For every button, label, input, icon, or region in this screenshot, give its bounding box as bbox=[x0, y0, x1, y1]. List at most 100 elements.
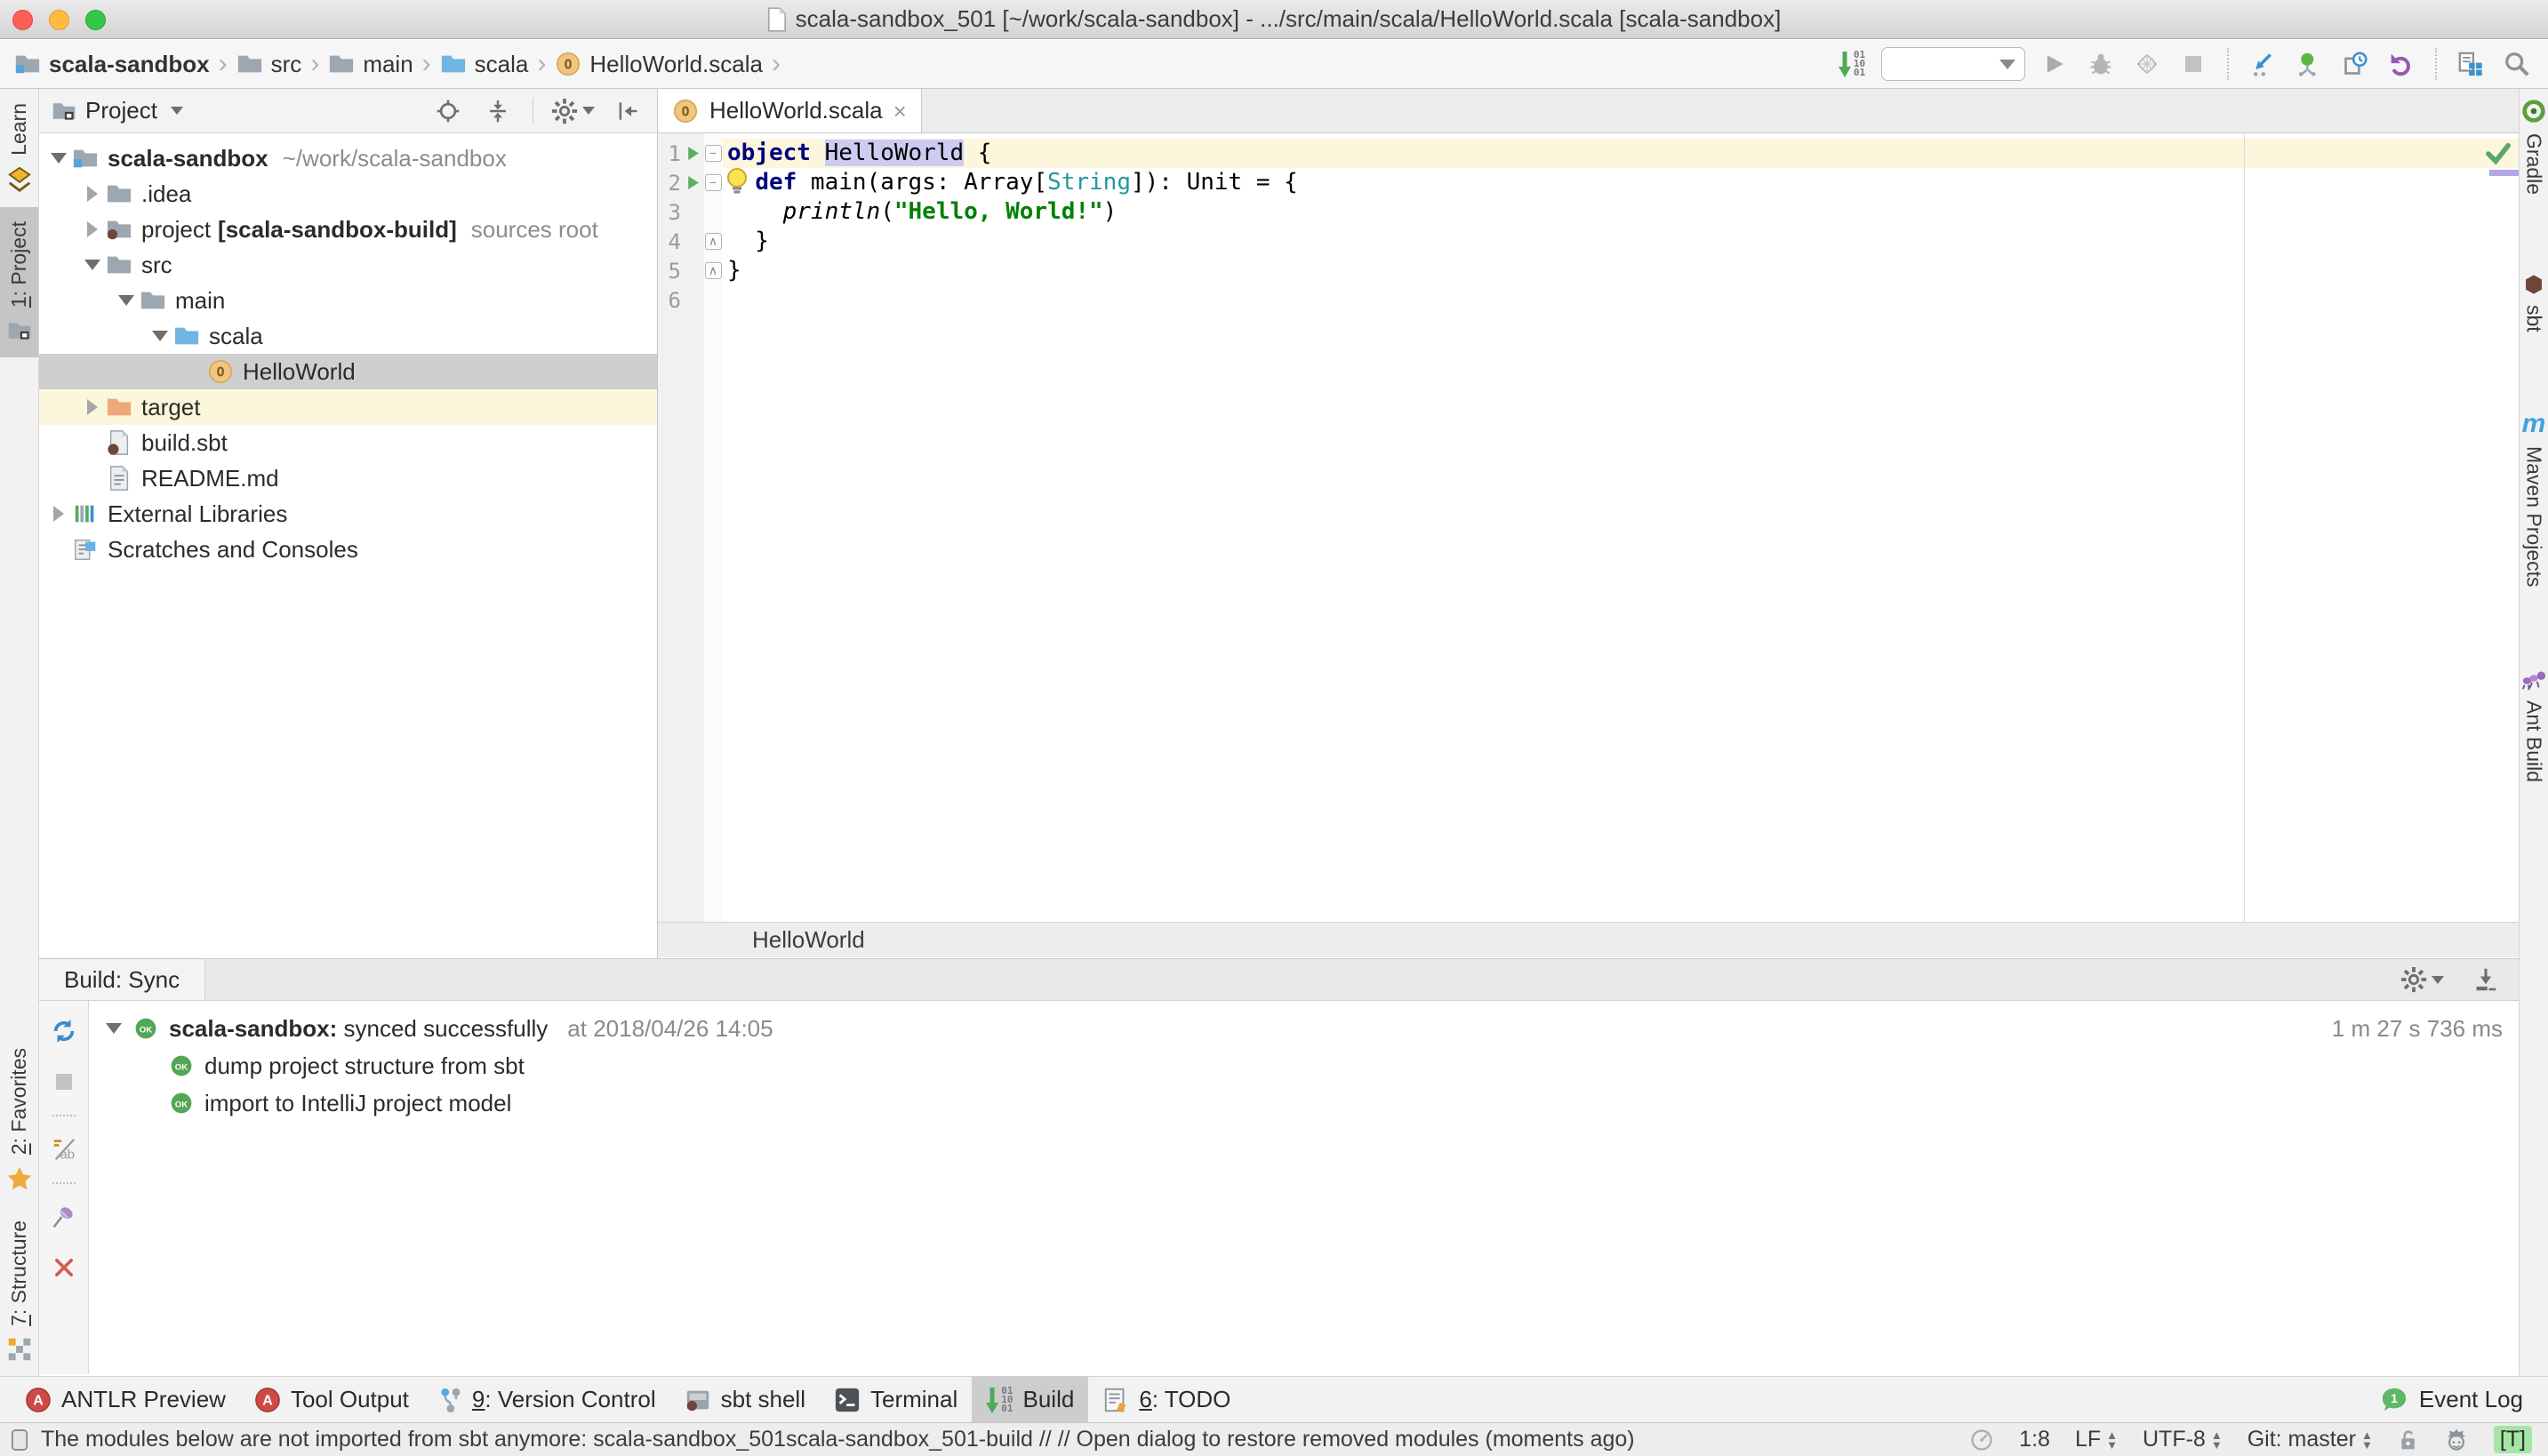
debug-button[interactable] bbox=[2084, 46, 2118, 82]
collapse-arrow-icon[interactable] bbox=[87, 399, 98, 415]
tool-window-button-9-version-control[interactable]: 9: Version Control bbox=[423, 1377, 670, 1422]
intention-bulb-icon[interactable] bbox=[724, 166, 750, 201]
zoom-window-button[interactable] bbox=[85, 10, 106, 30]
stop-button[interactable] bbox=[2176, 46, 2210, 82]
tree-item-project[interactable]: project[scala-sandbox-build]sources root bbox=[39, 212, 657, 247]
locate-file-button[interactable] bbox=[431, 93, 465, 129]
rollback-button[interactable] bbox=[2384, 46, 2418, 82]
inspections-ok-icon[interactable] bbox=[2485, 142, 2512, 170]
editor-tab-helloworld[interactable]: O HelloWorld.scala × bbox=[658, 89, 922, 132]
expand-arrow-icon[interactable] bbox=[51, 153, 67, 164]
lock-icon[interactable] bbox=[2398, 1428, 2419, 1452]
fold-marker-icon[interactable]: − bbox=[705, 145, 722, 162]
breadcrumb-item-scala-sandbox[interactable]: scala-sandbox bbox=[14, 51, 210, 78]
recent-changes-button[interactable] bbox=[2338, 46, 2372, 82]
run-button[interactable] bbox=[2038, 46, 2071, 82]
build-message-row[interactable]: OKdump project structure from sbt bbox=[89, 1047, 2519, 1084]
export-log-button[interactable] bbox=[2469, 962, 2503, 997]
expand-arrow-icon[interactable] bbox=[152, 331, 168, 341]
breadcrumb-item-scala[interactable]: scala bbox=[440, 51, 529, 78]
encoding-widget[interactable]: UTF-8 ▲▼ bbox=[2143, 1427, 2223, 1452]
line-ending-widget[interactable]: LF ▲▼ bbox=[2075, 1427, 2118, 1452]
tool-window-button-tool-output[interactable]: ATool Output bbox=[240, 1377, 423, 1422]
tool-window-button-2-favorites[interactable]: 2: Favorites bbox=[0, 1034, 38, 1206]
tool-window-button-terminal[interactable]: Terminal bbox=[820, 1377, 972, 1422]
status-message[interactable]: The modules below are not imported from … bbox=[41, 1427, 1635, 1452]
tree-item-scala[interactable]: scala bbox=[39, 318, 657, 354]
close-window-button[interactable] bbox=[12, 10, 33, 30]
run-with-coverage-button[interactable] bbox=[2130, 46, 2164, 82]
project-panel-title[interactable]: Project bbox=[85, 97, 157, 124]
build-message-row[interactable]: OKimport to IntelliJ project model bbox=[89, 1084, 2519, 1122]
tree-item-scratches-and-consoles[interactable]: Scratches and Consoles bbox=[39, 532, 657, 567]
tool-window-button-learn[interactable]: Learn bbox=[0, 89, 38, 207]
folder-icon bbox=[140, 287, 166, 314]
tool-window-button-build[interactable]: 011001Build bbox=[972, 1377, 1088, 1422]
run-tri-icon[interactable] bbox=[685, 146, 701, 161]
filter-messages-button[interactable]: ab bbox=[47, 1132, 81, 1167]
tool-window-button-1-project[interactable]: 1: Project bbox=[0, 207, 38, 357]
fold-marker-icon[interactable]: − bbox=[705, 174, 722, 191]
breadcrumb-item-src[interactable]: src bbox=[236, 51, 302, 78]
scrollbar-caret-mark bbox=[2489, 170, 2519, 176]
tree-item-src[interactable]: src bbox=[39, 247, 657, 283]
module-settings-button[interactable] bbox=[2454, 46, 2488, 82]
close-panel-button[interactable] bbox=[47, 1250, 81, 1285]
update-project-button[interactable] bbox=[2246, 46, 2280, 82]
collapse-arrow-icon[interactable] bbox=[53, 506, 64, 522]
window-controls[interactable] bbox=[12, 10, 106, 30]
event-log-button[interactable]: 1 Event Log bbox=[2380, 1386, 2537, 1413]
run-tri-icon[interactable] bbox=[685, 175, 701, 190]
tree-item-idea[interactable]: .idea bbox=[39, 176, 657, 212]
build-message-row[interactable]: OKscala-sandbox: synced successfullyat 2… bbox=[89, 1010, 2519, 1047]
refresh-sync-button[interactable] bbox=[47, 1013, 81, 1049]
editor-breadcrumb-item[interactable]: HelloWorld bbox=[752, 926, 865, 954]
tree-item-readme-md[interactable]: README.md bbox=[39, 460, 657, 496]
tool-window-button-gradle[interactable]: Gradle bbox=[2520, 98, 2547, 195]
fold-marker-icon[interactable]: ∧ bbox=[705, 233, 722, 250]
collapse-all-button[interactable] bbox=[481, 93, 515, 129]
minimize-window-button[interactable] bbox=[49, 10, 69, 30]
tree-item-target[interactable]: target bbox=[39, 389, 657, 425]
editor-area: O HelloWorld.scala × 1−2−34∧5∧6 object H… bbox=[658, 89, 2519, 958]
code-editor[interactable]: 1−2−34∧5∧6 object HelloWorld { def main(… bbox=[658, 133, 2519, 922]
tool-window-button-ant-build[interactable]: Ant Build bbox=[2520, 665, 2547, 782]
tree-item-main[interactable]: main bbox=[39, 283, 657, 318]
settings-gear-button[interactable] bbox=[2400, 962, 2444, 997]
commit-button[interactable] bbox=[2292, 46, 2326, 82]
background-tasks-icon[interactable] bbox=[11, 1428, 28, 1452]
tool-window-button-sbt[interactable]: sbt bbox=[2522, 273, 2546, 332]
caret-position-widget[interactable]: 1:8 bbox=[2019, 1427, 2050, 1452]
tool-window-button-antlr-preview[interactable]: AANTLR Preview bbox=[11, 1377, 240, 1422]
tree-item-helloworld[interactable]: OHelloWorld bbox=[39, 354, 657, 389]
pin-tab-button[interactable] bbox=[47, 1199, 81, 1235]
run-config-combobox[interactable] bbox=[1881, 47, 2025, 81]
tree-item-external-libraries[interactable]: External Libraries bbox=[39, 496, 657, 532]
highlighting-level-badge[interactable]: [T] bbox=[2494, 1426, 2532, 1453]
collapse-arrow-icon[interactable] bbox=[87, 221, 98, 237]
stop-process-button[interactable] bbox=[47, 1064, 81, 1100]
settings-gear-button[interactable] bbox=[551, 93, 595, 129]
tree-item-scala-sandbox[interactable]: scala-sandbox~/work/scala-sandbox bbox=[39, 140, 657, 176]
breadcrumb-item-main[interactable]: main bbox=[328, 51, 413, 78]
search-everywhere-button[interactable] bbox=[2500, 46, 2534, 82]
git-branch-widget[interactable]: Git: master ▲▼ bbox=[2248, 1427, 2373, 1452]
memory-gauge-icon[interactable] bbox=[1969, 1428, 1994, 1452]
close-tab-icon[interactable]: × bbox=[893, 100, 907, 123]
build-sync-tab[interactable]: Build: Sync bbox=[39, 959, 205, 1000]
tool-window-button-sbt-shell[interactable]: sbt shell bbox=[670, 1377, 820, 1422]
expand-arrow-icon[interactable] bbox=[84, 260, 100, 270]
tool-window-button-maven-projects[interactable]: mMaven Projects bbox=[2522, 411, 2546, 588]
chevron-down-icon[interactable] bbox=[171, 107, 183, 115]
build-project-button[interactable]: 011001 bbox=[1835, 46, 1869, 82]
tree-item-build-sbt[interactable]: build.sbt bbox=[39, 425, 657, 460]
breadcrumb-item-helloworld-scala[interactable]: OHelloWorld.scala bbox=[555, 51, 763, 78]
fold-marker-icon[interactable]: ∧ bbox=[705, 262, 722, 279]
tool-window-button-6-todo[interactable]: 6: TODO bbox=[1088, 1377, 1245, 1422]
tool-window-button-7-structure[interactable]: 7: Structure bbox=[0, 1206, 38, 1376]
expand-arrow-icon[interactable] bbox=[118, 295, 134, 306]
expand-arrow-icon[interactable] bbox=[106, 1023, 122, 1034]
hector-inspector-icon[interactable] bbox=[2444, 1428, 2469, 1452]
collapse-arrow-icon[interactable] bbox=[87, 186, 98, 202]
hide-panel-button[interactable] bbox=[611, 93, 645, 129]
